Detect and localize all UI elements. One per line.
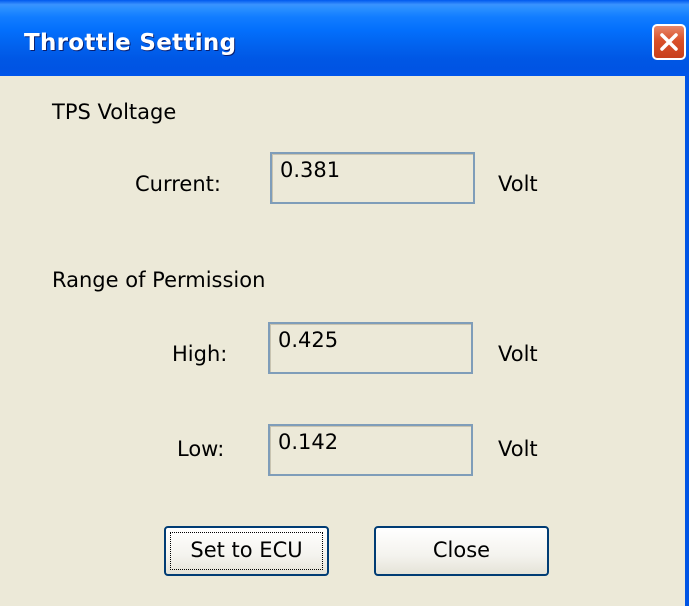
tps-voltage-heading: TPS Voltage (52, 100, 177, 124)
close-icon (660, 33, 678, 51)
range-of-permission-heading: Range of Permission (52, 268, 266, 292)
high-voltage-input[interactable] (278, 328, 458, 352)
set-to-ecu-button[interactable]: Set to ECU (164, 526, 329, 576)
low-voltage-field[interactable] (268, 424, 473, 476)
throttle-setting-window: Throttle Setting TPS Voltage Current: Vo… (0, 0, 689, 606)
current-voltage-field[interactable] (270, 152, 475, 204)
title-bar[interactable]: Throttle Setting (0, 0, 689, 76)
dialog-body: TPS Voltage Current: Volt Range of Permi… (0, 76, 689, 606)
current-unit: Volt (498, 172, 538, 196)
close-button-label: Close (432, 538, 491, 562)
current-label: Current: (135, 172, 221, 196)
current-voltage-input[interactable] (280, 158, 460, 182)
close-window-button[interactable] (652, 24, 686, 60)
focus-rectangle (170, 532, 323, 570)
high-unit: Volt (498, 342, 538, 366)
high-label: High: (172, 342, 228, 366)
low-voltage-input[interactable] (278, 430, 458, 454)
close-button[interactable]: Close (374, 526, 549, 576)
low-label: Low: (177, 437, 225, 461)
high-voltage-field[interactable] (268, 322, 473, 374)
low-unit: Volt (498, 437, 538, 461)
window-title: Throttle Setting (24, 30, 237, 56)
